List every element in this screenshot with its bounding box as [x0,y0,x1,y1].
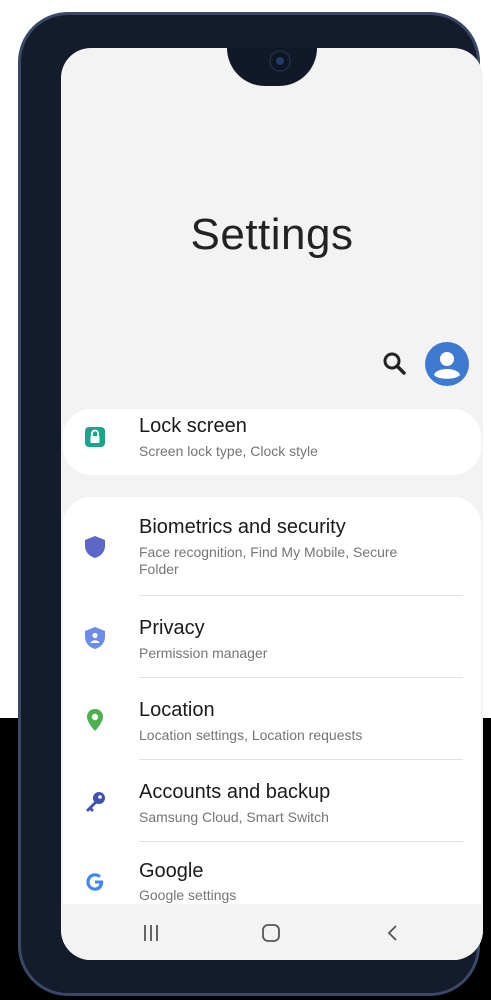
item-title: Lock screen [139,415,247,437]
item-title: Accounts and backup [139,781,331,803]
account-avatar-icon[interactable] [425,342,469,386]
settings-item-google[interactable]: Google Google settings [63,842,481,912]
location-pin-icon [87,709,103,731]
settings-item-privacy[interactable]: Privacy Permission manager [63,596,481,678]
search-icon[interactable] [381,350,409,378]
item-subtitle: Face recognition, Find My Mobile, Secure… [139,544,398,577]
item-subtitle: Screen lock type, Clock style [139,443,318,459]
home-icon[interactable] [257,922,285,944]
item-title: Google [139,860,204,882]
item-title: Biometrics and security [139,516,346,538]
item-subtitle: Location settings, Location requests [139,727,363,743]
phone-frame: Settings Lock screen Screen lock type, C… [18,12,483,996]
shield-icon [85,536,105,558]
settings-card-main: Biometrics and security Face recognition… [63,497,481,960]
item-subtitle: Google settings [139,887,237,903]
page-title: Settings [190,210,354,259]
settings-item-accounts-backup[interactable]: Accounts and backup Samsung Cloud, Smart… [63,760,481,842]
screen: Settings Lock screen Screen lock type, C… [61,48,483,960]
settings-item-lock-screen[interactable]: Lock screen Screen lock type, Clock styl… [63,409,481,475]
recents-icon[interactable] [137,922,165,944]
item-subtitle: Samsung Cloud, Smart Switch [139,809,329,825]
camera-notch [227,48,317,86]
back-icon[interactable] [379,922,407,944]
lock-icon [85,427,105,447]
item-subtitle: Permission manager [139,645,268,661]
privacy-shield-icon [85,627,105,649]
front-camera-icon [271,52,289,70]
settings-item-location[interactable]: Location Location settings, Location req… [63,678,481,760]
settings-card-lock: Lock screen Screen lock type, Clock styl… [63,409,481,475]
key-icon [86,792,105,812]
google-icon [86,873,104,891]
item-title: Privacy [139,617,205,639]
navigation-bar [61,904,483,960]
item-title: Location [139,699,215,721]
settings-item-biometrics[interactable]: Biometrics and security Face recognition… [63,497,481,597]
